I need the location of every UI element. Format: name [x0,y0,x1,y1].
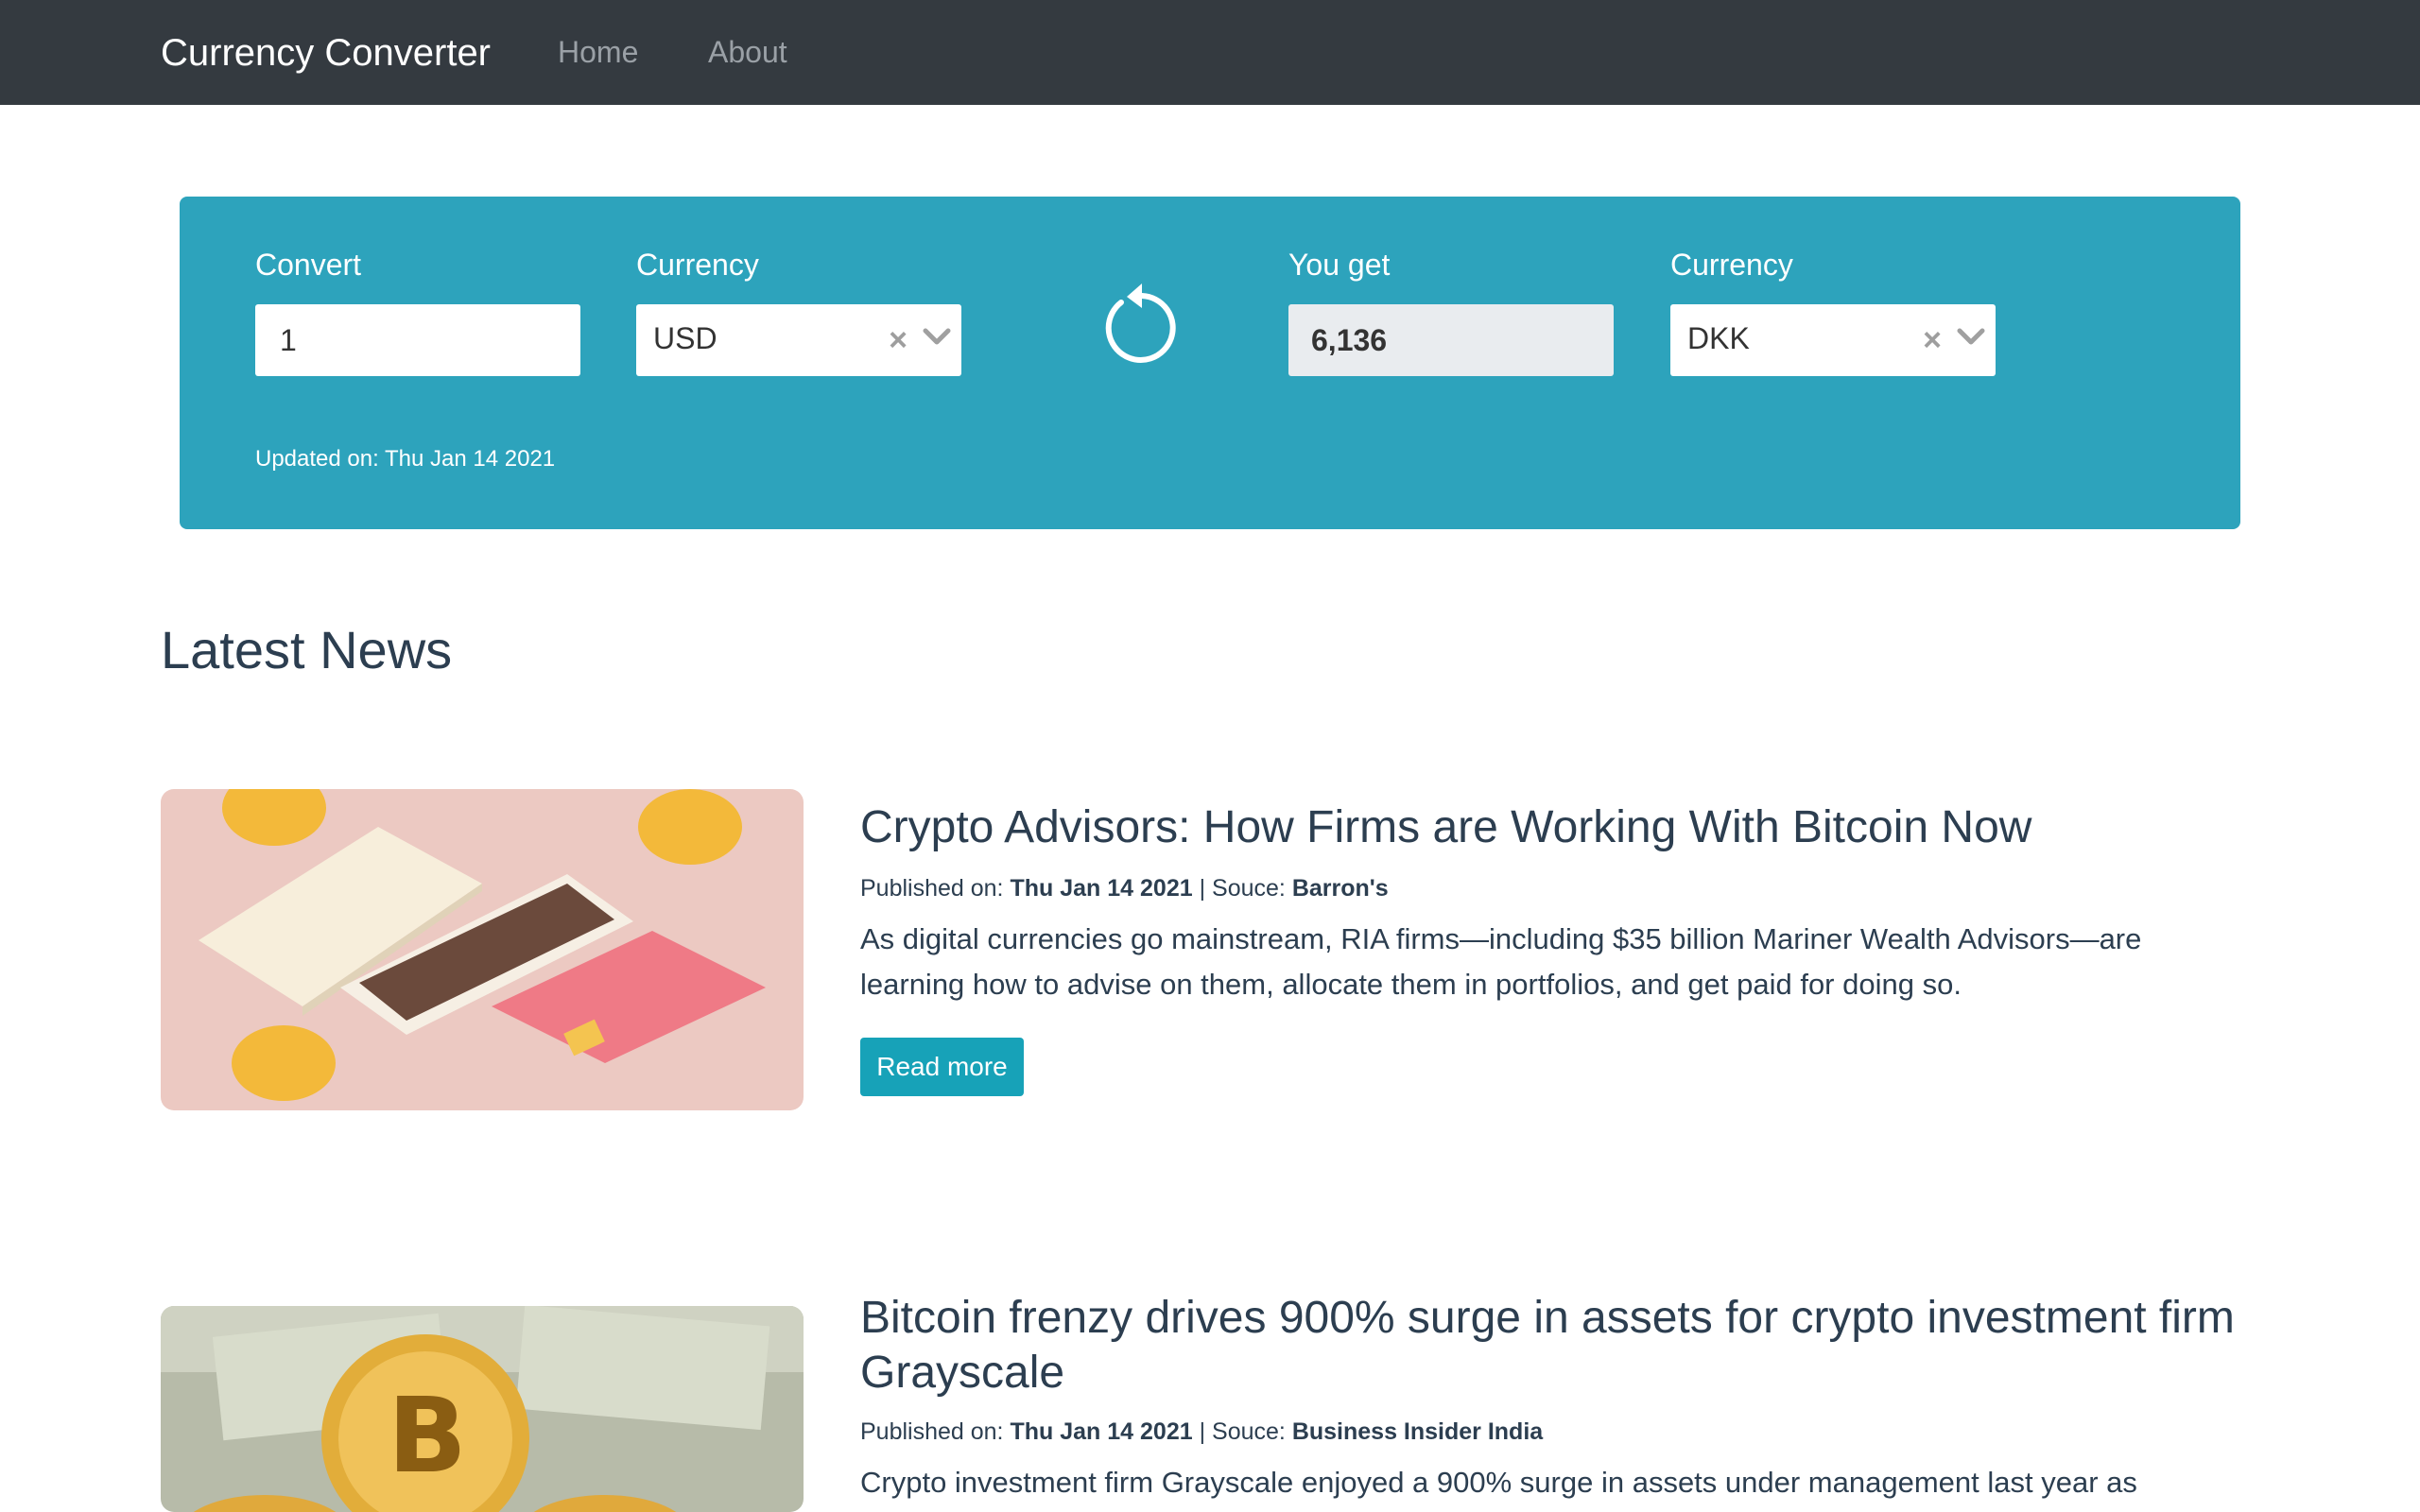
updated-timestamp: Updated on: Thu Jan 14 2021 [255,444,555,474]
source-label: | Souce: [1199,1418,1286,1445]
article-2-image[interactable]: B [161,1306,804,1512]
result-output-field: 6,136 [1288,304,1614,376]
published-label: Published on: [860,1418,1004,1445]
convert-amount-input[interactable]: 1 [255,304,580,376]
chevron-down-icon[interactable] [922,321,952,355]
convert-amount-value: 1 [280,323,297,357]
article-1-read-more-button[interactable]: Read more [860,1038,1024,1096]
chevron-down-icon[interactable] [1956,321,1986,355]
from-currency-select[interactable]: USD × [636,304,961,376]
published-label: Published on: [860,875,1004,902]
article-2-description: Crypto investment firm Grayscale enjoyed… [860,1466,2137,1499]
nav-link-home[interactable]: Home [558,28,638,76]
svg-text:B: B [388,1375,467,1496]
convert-label: Convert [255,248,362,282]
updated-prefix: Updated on: [255,446,379,472]
to-currency-value: DKK [1687,321,1750,355]
article-2-date: Thu Jan 14 2021 [1010,1418,1193,1445]
nav-link-about[interactable]: About [708,28,787,76]
to-currency-select[interactable]: DKK × [1670,304,1996,376]
you-get-label: You get [1288,248,1391,282]
to-currency-label: Currency [1670,248,1793,282]
source-label: | Souce: [1199,875,1286,902]
brand-link[interactable]: Currency Converter [161,26,491,79]
top-navbar: Currency Converter Home About [0,0,2420,105]
latest-news-heading: Latest News [161,620,453,679]
converter-panel: Convert 1 Currency USD × You get 6,136 C… [180,197,2240,529]
article-1-source: Barron's [1291,875,1389,902]
article-1-meta: Published on: Thu Jan 14 2021 | Souce: B… [860,873,1389,903]
clear-to-currency-icon[interactable]: × [1918,318,1946,363]
article-1-date: Thu Jan 14 2021 [1010,875,1193,902]
article-2-meta: Published on: Thu Jan 14 2021 | Souce: B… [860,1417,1543,1447]
updated-date: Thu Jan 14 2021 [385,446,556,472]
refresh-swap-icon[interactable] [1087,280,1182,374]
article-2-title[interactable]: Bitcoin frenzy drives 900% surge in asse… [860,1291,2259,1400]
article-1-description: As digital currencies go mainstream, RIA… [860,922,2142,1001]
article-1-title[interactable]: Crypto Advisors: How Firms are Working W… [860,800,2259,855]
from-currency-label: Currency [636,248,759,282]
result-value: 6,136 [1311,323,1388,357]
clear-from-currency-icon[interactable]: × [884,318,912,363]
article-1-image[interactable] [161,789,804,1110]
from-currency-value: USD [653,321,717,355]
article-2-source: Business Insider India [1291,1418,1544,1445]
